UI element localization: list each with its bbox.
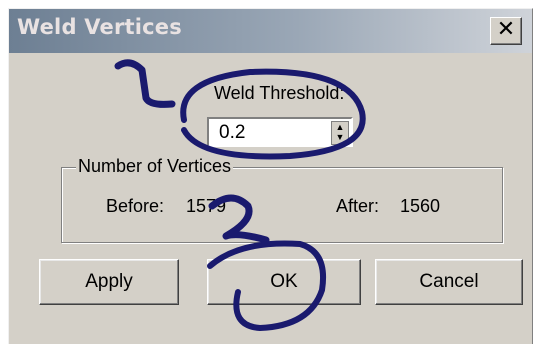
before-value: 1579 <box>186 196 227 216</box>
title-bar[interactable]: Weld Vertices ✕ <box>9 9 532 53</box>
weld-threshold-label: Weld Threshold: <box>214 83 345 103</box>
dialog-title: Weld Vertices <box>17 15 182 39</box>
spinner-arrows-icon[interactable]: ▲ ▼ <box>331 121 349 145</box>
weld-threshold-spinner[interactable]: 0.2 ▲ ▼ <box>207 117 353 147</box>
after-value: 1560 <box>400 196 441 216</box>
cancel-button[interactable]: Cancel <box>375 259 523 305</box>
group-legend: Number of Vertices <box>76 156 234 177</box>
close-icon[interactable]: ✕ <box>490 17 522 45</box>
after-label: After: <box>336 196 380 216</box>
weld-vertices-dialog: Weld Vertices ✕ Weld Threshold: 0.2 ▲ ▼ N… <box>8 8 533 344</box>
weld-threshold-value[interactable]: 0.2 <box>219 122 245 144</box>
ok-button[interactable]: OK <box>207 259 361 305</box>
close-glyph: ✕ <box>496 17 516 42</box>
before-label: Before: <box>106 196 165 216</box>
apply-button[interactable]: Apply <box>39 259 179 305</box>
number-of-vertices-group: Number of Vertices Before: 1579 After: 1… <box>61 156 503 243</box>
